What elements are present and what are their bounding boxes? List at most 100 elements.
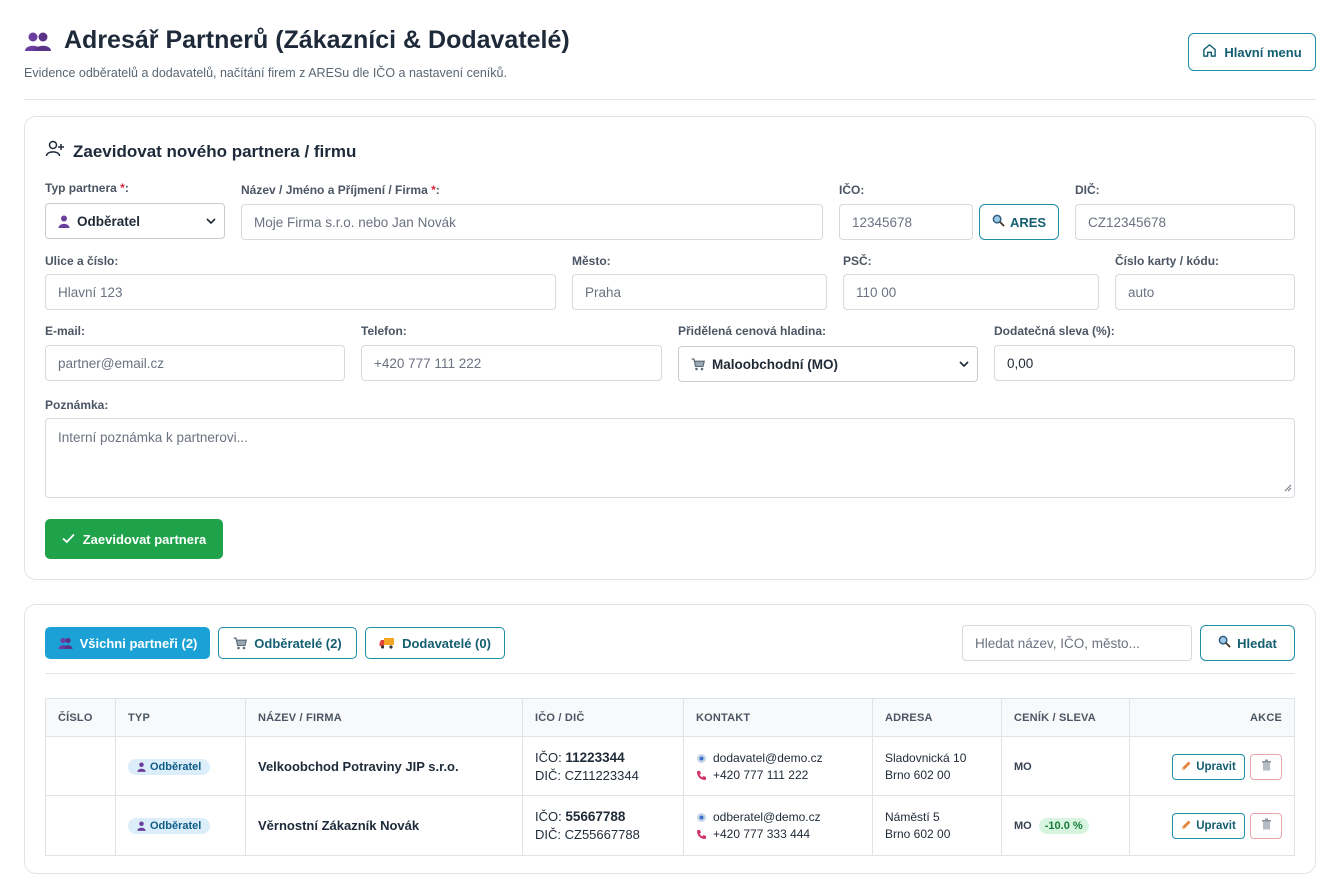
form-title-text: Zaevidovat nového partnera / firmu [73,141,357,161]
delete-button[interactable] [1250,753,1282,780]
zip-input[interactable]: 110 00 [843,274,1099,310]
edit-button[interactable]: Upravit [1172,753,1245,780]
user-icon [137,821,146,831]
discount-badge: -10.0 % [1038,817,1089,834]
tab-suppliers[interactable]: Dodavatelé (0) [365,627,505,659]
col-address[interactable]: Adresa [873,699,1002,737]
search-button-label: Hledat [1237,635,1277,651]
type-badge-label: Odběratel [150,760,202,773]
edit-button[interactable]: Upravit [1172,812,1245,839]
dic-input[interactable]: CZ12345678 [1075,204,1295,240]
partner-name: Velkoobchod Potraviny JIP s.r.o. [258,759,459,774]
type-badge: Odběratel [128,817,211,834]
pencil-icon [1181,760,1196,774]
ico-line: IČO: 55667788 [535,808,640,826]
ico-label: IČO: [839,183,865,197]
col-contact[interactable]: Kontakt [684,699,873,737]
submit-partner-button[interactable]: Zaevidovat partnera [45,519,223,559]
table-row[interactable]: Odběratel Velkoobchod Potraviny JIP s.r.… [46,737,1294,796]
note-placeholder: Interní poznámka k partnerovi... [58,430,248,445]
dic-line: DIČ: CZ11223344 [535,767,639,785]
contact-email: dodavatel@demo.cz [696,750,823,767]
pencil-icon [1181,819,1196,833]
search-icon [1218,635,1237,651]
cell-contact: odberatel@demo.cz +420 777 333 444 [684,796,873,855]
ico-value: 55667788 [565,808,626,824]
street-label: Ulice a číslo: [45,254,119,268]
cart-icon [233,636,248,650]
email-input[interactable]: partner@email.cz [45,345,345,381]
address-street: Náměstí 5 [885,809,940,824]
ico-input[interactable]: 12345678 [839,204,973,240]
phone-icon [696,770,707,781]
cell-pricelist: MO [1002,737,1130,796]
street-input[interactable]: Hlavní 123 [45,274,556,310]
dic-value: CZ55667788 [564,826,640,842]
col-actions: Akce [1250,712,1282,724]
tab-label: Odběratelé (2) [254,635,342,651]
card-number-input[interactable]: auto [1115,274,1295,310]
trash-icon [1261,818,1272,833]
resize-grip-icon[interactable] [1284,480,1292,495]
edit-label: Upravit [1196,819,1236,832]
name-input[interactable]: Moje Firma s.r.o. nebo Jan Novák [241,204,823,240]
dic-value: CZ11223344 [564,767,639,783]
phone-icon [696,829,707,840]
col-type[interactable]: Typ [116,699,246,737]
partner-type-value: Odběratel [77,213,141,229]
new-partner-card: Zaevidovat nového partnera / firmu Typ p… [24,116,1316,580]
tab-all-partners[interactable]: Všichni partneři (2) [45,627,210,659]
partners-table: Číslo Typ Název / Firma IČO / DIČ Kontak… [45,698,1295,856]
email-value: odberatel@demo.cz [713,809,821,824]
page-header: Adresář Partnerů (Zákazníci & Dodavatelé… [24,22,1316,100]
col-number[interactable]: Číslo [46,699,116,737]
users-icon [24,30,52,52]
email-icon [696,812,707,823]
chevron-down-icon [206,215,216,230]
chevron-down-icon [959,358,969,373]
cell-ico-dic: IČO: 55667788 DIČ: CZ55667788 [523,796,684,855]
dic-label: DIČ: [535,767,561,783]
zip-label: PSČ: [843,254,872,268]
page-title-text: Adresář Partnerů (Zákazníci & Dodavatelé… [64,26,570,54]
table-row[interactable]: Odběratel Věrnostní Zákazník Novák IČO: … [46,796,1294,855]
pricelist-code: MO [1014,760,1032,773]
ico-dic-block: IČO: 11223344 DIČ: CZ11223344 [535,749,639,785]
col-pricelist[interactable]: Ceník / Sleva [1002,699,1130,737]
ares-button[interactable]: ARES [979,204,1059,240]
home-icon [1202,43,1224,61]
note-label: Poznámka: [45,398,109,412]
table-header: Číslo Typ Název / Firma IČO / DIČ Kontak… [46,699,1294,737]
pricelist-code: MO [1014,819,1032,832]
delete-button[interactable] [1250,812,1282,839]
phone-input[interactable]: +420 777 111 222 [361,345,662,381]
cart-icon [691,357,705,371]
search-button[interactable]: Hledat [1200,625,1295,661]
user-icon [137,762,146,772]
col-ico-dic[interactable]: IČO / DIČ [523,699,684,737]
page-title: Adresář Partnerů (Zákazníci & Dodavatelé… [24,26,570,55]
partner-search-input[interactable]: Hledat název, IČO, město... [962,625,1192,661]
pricelist-value: MO [1014,761,1032,773]
home-menu-label: Hlavní menu [1224,44,1302,60]
price-level-select[interactable]: Maloobchodní (MO) [678,346,978,382]
cell-pricelist: MO -10.0 % [1002,796,1130,855]
ico-line: IČO: 11223344 [535,749,639,767]
partner-type-select[interactable]: Odběratel [45,203,225,239]
truck-icon [379,637,395,649]
address-block: Náměstí 5 Brno 602 00 [885,809,950,843]
city-input[interactable]: Praha [572,274,827,310]
type-label-text: Typ partnera [45,181,117,195]
ico-label: IČO: [535,749,562,765]
search-icon [992,214,1010,230]
discount-input[interactable]: 0,00 [994,345,1295,381]
edit-label: Upravit [1196,760,1236,773]
tab-customers[interactable]: Odběratelé (2) [218,627,357,659]
address-block: Sladovnická 10 Brno 602 00 [885,750,966,784]
type-badge-label: Odběratel [150,819,202,832]
col-name[interactable]: Název / Firma [246,699,523,737]
name-label: Název / Jméno a Příjmení / Firma *: [241,183,440,197]
cell-name: Věrnostní Zákazník Novák [246,796,523,855]
note-textarea[interactable]: Interní poznámka k partnerovi... [45,418,1295,498]
home-menu-button[interactable]: Hlavní menu [1188,33,1316,71]
